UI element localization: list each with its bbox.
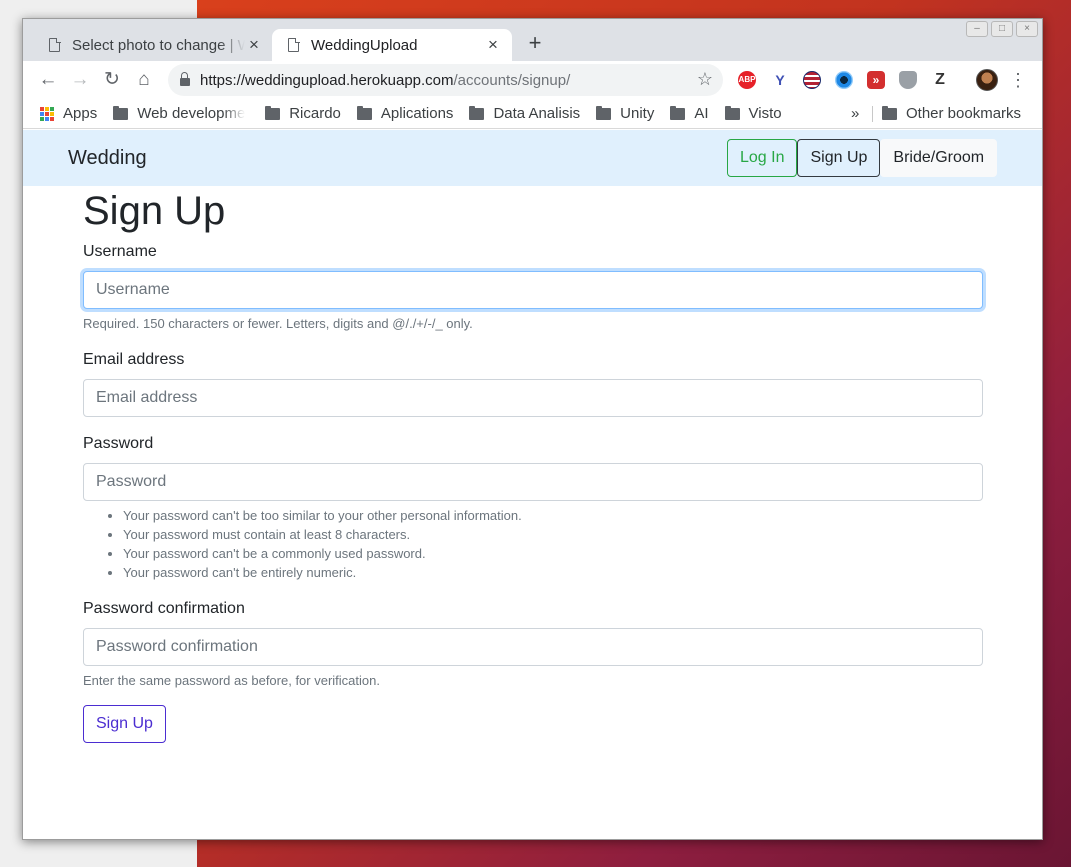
- url-path: /accounts/signup/: [453, 71, 571, 89]
- minimize-button[interactable]: –: [966, 21, 988, 37]
- folder-icon: [882, 105, 897, 120]
- reload-button[interactable]: ↻: [100, 68, 124, 92]
- site-navbar: Wedding Log In Sign Up Bride/Groom: [23, 130, 1042, 186]
- bookmark-label: Other bookmarks: [906, 105, 1022, 122]
- maximize-button[interactable]: □: [991, 21, 1013, 37]
- password-rule: Your password can't be a commonly used p…: [123, 544, 983, 563]
- address-bar[interactable]: https://weddingupload.herokuapp.com/acco…: [168, 64, 723, 96]
- signup-nav-button[interactable]: Sign Up: [797, 139, 881, 177]
- tab-title: WeddingUpload: [311, 36, 418, 54]
- bookmark-folder-other[interactable]: Other bookmarks: [882, 105, 1021, 122]
- close-window-button[interactable]: ×: [1016, 21, 1038, 37]
- password-confirmation-label: Password confirmation: [83, 600, 245, 617]
- signup-submit-button[interactable]: Sign Up: [83, 705, 166, 743]
- eye-extension-icon[interactable]: [835, 71, 853, 89]
- bookmarks-bar: Apps Web developme Ricardo Aplications D…: [23, 99, 1042, 129]
- web-page: Wedding Log In Sign Up Bride/Groom Sign …: [23, 130, 1042, 839]
- bookmark-label: Data Analisis: [493, 105, 581, 122]
- document-icon: [49, 37, 61, 52]
- back-button[interactable]: ←: [36, 68, 60, 92]
- username-label: Username: [83, 243, 157, 260]
- bookmark-label: Apps: [63, 105, 98, 122]
- tab-strip: Select photo to change | Wedding × Weddi…: [23, 19, 1042, 61]
- bookmark-folder-web-development[interactable]: Web developme: [113, 105, 253, 122]
- tab-close-icon[interactable]: ×: [245, 35, 263, 55]
- folder-icon: [596, 105, 612, 120]
- folder-icon: [724, 105, 740, 120]
- folder-icon: [356, 105, 372, 120]
- browser-window: Select photo to change | Wedding × Weddi…: [22, 18, 1043, 840]
- bookmark-label: Unity: [620, 105, 655, 122]
- bookmark-star-icon[interactable]: ☆: [697, 69, 713, 90]
- bookmark-folder-visto[interactable]: Visto: [724, 105, 782, 122]
- password-rule: Your password must contain at least 8 ch…: [123, 525, 983, 544]
- zotero-extension-icon[interactable]: Z: [931, 71, 949, 89]
- bookmarks-separator: [872, 106, 873, 122]
- password-help-list: Your password can't be too similar to yo…: [123, 506, 983, 582]
- login-button[interactable]: Log In: [727, 139, 798, 177]
- forward-button[interactable]: →: [68, 68, 92, 92]
- tab-weddingupload[interactable]: WeddingUpload ×: [272, 29, 512, 61]
- window-controls: – □ ×: [966, 21, 1038, 37]
- signup-form: Sign Up Username Required. 150 character…: [83, 186, 983, 743]
- profile-avatar[interactable]: [976, 69, 998, 91]
- home-button[interactable]: ⌂: [132, 68, 156, 92]
- adblock-icon[interactable]: ABP: [738, 71, 756, 89]
- password-confirmation-help: Enter the same password as before, for v…: [83, 673, 380, 688]
- folder-icon: [113, 105, 129, 120]
- lock-icon: [180, 72, 190, 86]
- email-label: Email address: [83, 351, 185, 368]
- bride-groom-button[interactable]: Bride/Groom: [880, 139, 998, 177]
- bookmark-folder-ai[interactable]: AI: [670, 105, 709, 122]
- url-host: https://weddingupload.herokuapp.com: [200, 71, 454, 89]
- folder-icon: [469, 105, 485, 120]
- bookmark-folder-data-analisis[interactable]: Data Analisis: [469, 105, 580, 122]
- flag-extension-icon[interactable]: [803, 71, 821, 89]
- bookmark-label: Visto: [748, 105, 782, 122]
- bookmark-label: AI: [694, 105, 709, 122]
- bookmark-folder-aplications[interactable]: Aplications: [356, 105, 454, 122]
- new-tab-button[interactable]: +: [523, 31, 547, 55]
- site-brand[interactable]: Wedding: [68, 147, 147, 170]
- password-rule: Your password can't be entirely numeric.: [123, 563, 983, 582]
- document-icon: [288, 37, 300, 52]
- browser-toolbar: ← → ↻ ⌂ https://weddingupload.herokuapp.…: [23, 61, 1042, 99]
- bookmark-folder-ricardo[interactable]: Ricardo: [265, 105, 341, 122]
- username-help: Required. 150 characters or fewer. Lette…: [83, 316, 473, 331]
- tab-title: Select photo to change | Wedding: [72, 36, 245, 54]
- page-title: Sign Up: [83, 189, 226, 233]
- password-confirmation-input[interactable]: [83, 628, 983, 666]
- shield-extension-icon[interactable]: [899, 71, 917, 89]
- fast-forward-extension-icon[interactable]: »: [867, 71, 885, 89]
- bookmark-apps[interactable]: Apps: [40, 105, 97, 122]
- username-input[interactable]: [83, 271, 983, 309]
- apps-grid-icon: [40, 106, 54, 121]
- folder-icon: [265, 105, 281, 120]
- password-rule: Your password can't be too similar to yo…: [123, 506, 983, 525]
- bookmark-folder-unity[interactable]: Unity: [596, 105, 654, 122]
- tab-select-photo[interactable]: Select photo to change | Wedding ×: [33, 29, 273, 61]
- password-label: Password: [83, 435, 154, 452]
- password-input[interactable]: [83, 463, 983, 501]
- tab-close-icon[interactable]: ×: [484, 35, 502, 55]
- y-extension-icon[interactable]: Y: [771, 71, 789, 89]
- folder-icon: [670, 105, 686, 120]
- email-input[interactable]: [83, 379, 983, 417]
- browser-menu-icon[interactable]: ⋮: [1009, 68, 1027, 92]
- bookmarks-overflow-icon[interactable]: »: [851, 105, 859, 122]
- bookmark-label: Web developme: [137, 105, 246, 122]
- bookmark-label: Ricardo: [289, 105, 341, 122]
- navbar-actions: Log In Sign Up Bride/Groom: [727, 139, 998, 177]
- bookmark-label: Aplications: [380, 105, 454, 122]
